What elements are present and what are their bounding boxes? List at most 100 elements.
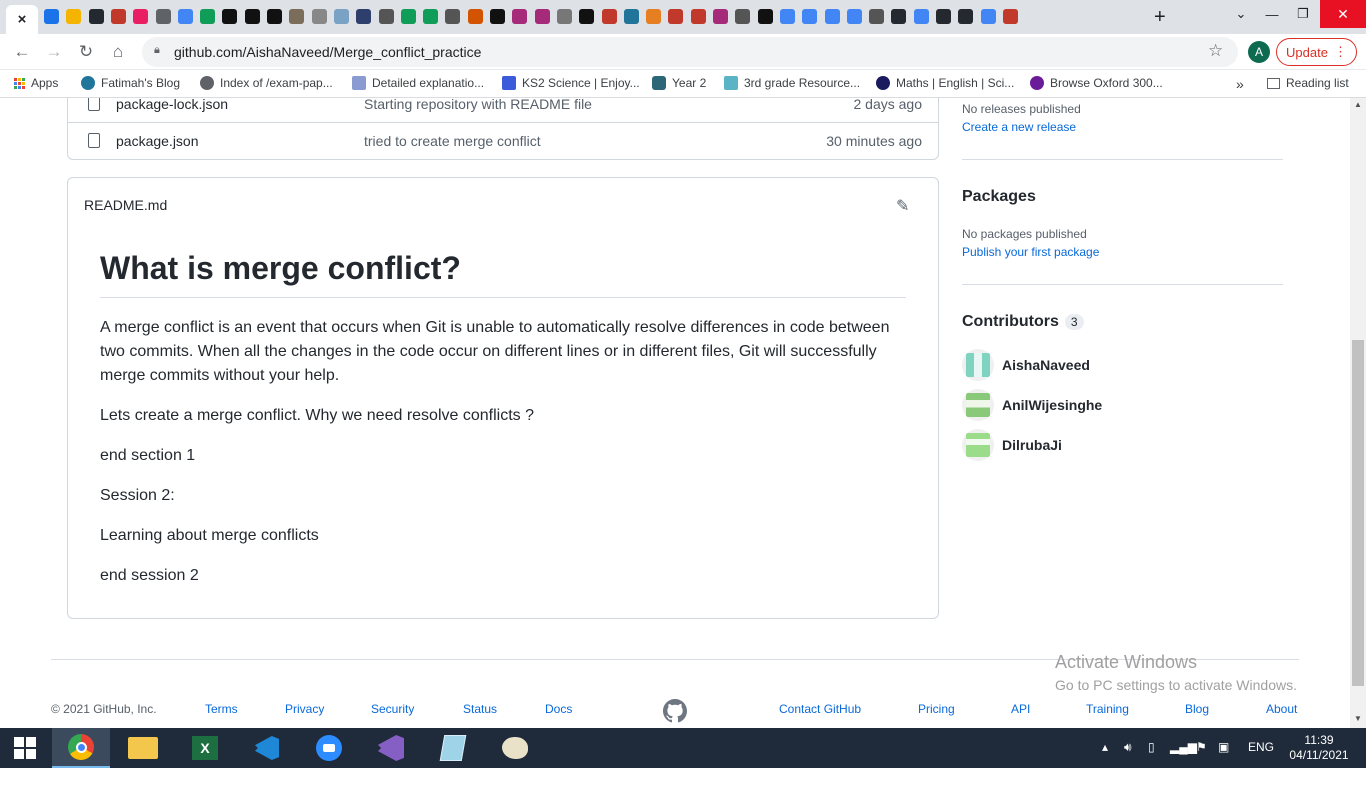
pinned-tab-favicon-icon[interactable] xyxy=(556,9,572,24)
taskbar-file-explorer-icon[interactable] xyxy=(114,728,172,768)
pinned-tab-favicon-icon[interactable] xyxy=(512,9,528,24)
commit-message[interactable]: Starting repository with README file xyxy=(364,98,592,112)
packages-heading[interactable]: Packages xyxy=(962,188,1036,206)
bookmark-fatimahs-blog[interactable]: Fatimah's Blog xyxy=(81,76,180,90)
contributor-avatar[interactable] xyxy=(962,429,994,461)
footer-link-api[interactable]: API xyxy=(1011,702,1030,716)
pinned-tab-favicon-icon[interactable] xyxy=(267,9,282,24)
pinned-tab-favicon-icon[interactable] xyxy=(802,9,818,24)
pinned-tab-favicon-icon[interactable] xyxy=(690,9,706,24)
pinned-tab-favicon-icon[interactable] xyxy=(445,9,461,24)
contributor-avatar[interactable] xyxy=(962,389,994,421)
taskbar-zoom-icon[interactable] xyxy=(300,728,358,768)
contributor-name[interactable]: AnilWijesinghe xyxy=(1002,397,1102,413)
battery-icon[interactable]: ▯ xyxy=(1148,740,1155,754)
contributor-item[interactable]: DilrubaJi xyxy=(962,429,1062,461)
pinned-tab-favicon-icon[interactable] xyxy=(735,9,751,24)
window-minimize-icon[interactable]: — xyxy=(1264,0,1280,28)
windows-start-icon[interactable] xyxy=(0,728,50,768)
pinned-tab-favicon-icon[interactable] xyxy=(177,9,193,24)
pinned-tab-favicon-icon[interactable] xyxy=(980,9,996,24)
taskbar-chrome-icon[interactable] xyxy=(52,728,110,768)
new-tab-button[interactable]: + xyxy=(1154,6,1166,29)
pinned-tab-favicon-icon[interactable] xyxy=(423,9,439,24)
pinned-tab-favicon-icon[interactable] xyxy=(244,9,260,24)
bookmark-detailed-explanation[interactable]: Detailed explanatio... xyxy=(352,76,484,90)
pinned-tab-favicon-icon[interactable] xyxy=(757,9,773,24)
pinned-tab-favicon-icon[interactable] xyxy=(869,9,885,24)
pinned-tab-favicon-icon[interactable] xyxy=(601,9,617,24)
pinned-tab-favicon-icon[interactable] xyxy=(155,9,171,24)
system-clock[interactable]: 11:39 04/11/2021 xyxy=(1284,733,1354,763)
profile-avatar[interactable]: A xyxy=(1248,41,1270,63)
footer-link-training[interactable]: Training xyxy=(1086,702,1129,716)
volume-icon[interactable]: 🔊︎ xyxy=(1124,740,1132,755)
bookmark-oxford[interactable]: Browse Oxford 300... xyxy=(1030,76,1163,90)
footer-link-about[interactable]: About xyxy=(1266,702,1297,716)
file-row[interactable]: package.json tried to create merge confl… xyxy=(68,122,938,159)
pinned-tab-favicon-icon[interactable] xyxy=(356,9,372,24)
network-signal-icon[interactable]: ▂▄▆ xyxy=(1170,740,1197,754)
bookmark-index-exam[interactable]: Index of /exam-pap... xyxy=(200,76,333,90)
pinned-tab-favicon-icon[interactable] xyxy=(222,9,238,24)
scroll-up-arrow-icon[interactable]: ▲ xyxy=(1354,100,1362,109)
pinned-tab-favicon-icon[interactable] xyxy=(646,9,662,24)
file-name[interactable]: package.json xyxy=(116,133,199,149)
pinned-tab-favicon-icon[interactable] xyxy=(490,9,505,24)
pinned-tab-favicon-icon[interactable] xyxy=(623,9,639,24)
file-name[interactable]: package-lock.json xyxy=(116,98,228,112)
taskbar-vscode-icon[interactable] xyxy=(238,728,296,768)
minimize-icon[interactable]: ⌄ xyxy=(1218,0,1264,28)
pinned-tab-favicon-icon[interactable] xyxy=(311,9,327,24)
home-icon[interactable]: ⌂ xyxy=(106,40,130,64)
back-arrow-icon[interactable]: ← xyxy=(10,40,34,64)
pinned-tab-favicon-icon[interactable] xyxy=(400,9,416,24)
forward-arrow-icon[interactable]: → xyxy=(42,40,66,64)
pinned-tab-favicon-icon[interactable] xyxy=(824,9,840,24)
pinned-tab-favicon-icon[interactable] xyxy=(891,9,907,24)
pinned-tab-favicon-icon[interactable] xyxy=(333,9,349,24)
edit-pencil-icon[interactable]: ✎ xyxy=(896,196,909,216)
contributor-item[interactable]: AnilWijesinghe xyxy=(962,389,1102,421)
footer-link-status[interactable]: Status xyxy=(463,702,497,716)
contributors-heading[interactable]: Contributors 3 xyxy=(962,313,1084,331)
update-button[interactable]: Update ⋮ xyxy=(1276,38,1357,66)
bookmark-maths-english[interactable]: Maths | English | Sci... xyxy=(876,76,1014,90)
readme-filename[interactable]: README.md xyxy=(84,197,167,213)
pinned-tab-favicon-icon[interactable] xyxy=(579,9,595,24)
publish-package-link[interactable]: Publish your first package xyxy=(962,245,1099,259)
bookmark-year-2[interactable]: Year 2 xyxy=(652,76,706,90)
show-hidden-icons[interactable]: ▴ xyxy=(1102,740,1108,754)
footer-link-blog[interactable]: Blog xyxy=(1185,702,1209,716)
contributor-name[interactable]: DilrubaJi xyxy=(1002,437,1062,453)
bookmark-star-icon[interactable]: ☆ xyxy=(1208,41,1223,61)
pinned-tab-favicon-icon[interactable] xyxy=(913,9,929,24)
pinned-tab-favicon-icon[interactable] xyxy=(378,9,394,24)
taskbar-excel-icon[interactable]: X xyxy=(176,728,234,768)
scrollbar-thumb[interactable] xyxy=(1352,340,1364,686)
window-close-icon[interactable]: ✕ xyxy=(1320,0,1366,28)
footer-link-terms[interactable]: Terms xyxy=(205,702,238,716)
language-indicator[interactable]: ENG xyxy=(1248,740,1274,754)
commit-message[interactable]: tried to create merge conflict xyxy=(364,133,541,149)
restore-icon[interactable]: ❐ xyxy=(1288,0,1318,28)
pinned-tab-favicon-icon[interactable] xyxy=(110,9,126,24)
pinned-tab-favicon-icon[interactable] xyxy=(779,9,795,24)
contributor-avatar[interactable] xyxy=(962,349,994,381)
url-text[interactable]: github.com/AishaNaveed/Merge_conflict_pr… xyxy=(174,44,481,60)
pinned-tab-favicon-icon[interactable] xyxy=(534,9,550,24)
vertical-scrollbar[interactable]: ▲ ▼ xyxy=(1350,98,1366,728)
footer-link-pricing[interactable]: Pricing xyxy=(918,702,955,716)
footer-link-docs[interactable]: Docs xyxy=(545,702,572,716)
bookmarks-overflow-icon[interactable]: » xyxy=(1236,76,1244,92)
taskbar-paint-icon[interactable] xyxy=(486,728,544,768)
footer-link-security[interactable]: Security xyxy=(371,702,414,716)
zoom-tray-icon[interactable]: ▣ xyxy=(1218,740,1229,754)
pinned-tab-favicon-icon[interactable] xyxy=(133,9,149,24)
pinned-tab-favicon-icon[interactable] xyxy=(467,9,483,24)
address-bar[interactable]: 🔒︎ github.com/AishaNaveed/Merge_conflict… xyxy=(142,37,1238,67)
bookmark-3rd-grade[interactable]: 3rd grade Resource... xyxy=(724,76,860,90)
pinned-tab-favicon-icon[interactable] xyxy=(200,9,216,24)
bookmark-apps[interactable]: Apps xyxy=(14,76,58,90)
pinned-tab-favicon-icon[interactable] xyxy=(846,9,862,24)
